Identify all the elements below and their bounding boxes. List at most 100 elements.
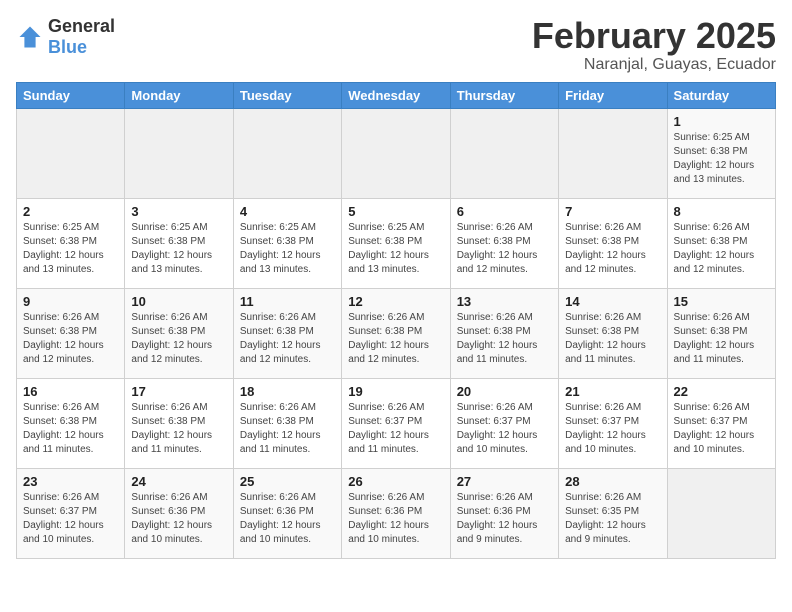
calendar-cell: 2 Sunrise: 6:25 AMSunset: 6:38 PMDaylight… [17, 198, 125, 288]
calendar-cell: 22 Sunrise: 6:26 AMSunset: 6:37 PMDayligh… [667, 378, 775, 468]
day-info: Sunrise: 6:26 AMSunset: 6:36 PMDaylight:… [131, 491, 226, 547]
day-number: 27 [457, 474, 552, 489]
day-number: 24 [131, 474, 226, 489]
weekday-header: Thursday [450, 82, 558, 108]
calendar-cell: 17 Sunrise: 6:26 AMSunset: 6:38 PMDayligh… [125, 378, 233, 468]
day-info: Sunrise: 6:25 AMSunset: 6:38 PMDaylight:… [23, 221, 118, 277]
weekday-header: Monday [125, 82, 233, 108]
calendar-week-row: 9Sunrise: 6:26 AMSunset: 6:38 PMDaylight… [17, 288, 776, 378]
day-info: Sunrise: 6:26 AMSunset: 6:38 PMDaylight:… [565, 311, 660, 367]
day-info: Sunrise: 6:26 AMSunset: 6:37 PMDaylight:… [23, 491, 118, 547]
day-info: Sunrise: 6:26 AMSunset: 6:38 PMDaylight:… [240, 401, 335, 457]
logo-icon [16, 23, 44, 51]
calendar-cell [17, 108, 125, 198]
calendar-cell [559, 108, 667, 198]
calendar-cell: 6Sunrise: 6:26 AMSunset: 6:38 PMDaylight… [450, 198, 558, 288]
day-number: 13 [457, 294, 552, 309]
calendar-week-row: 2 Sunrise: 6:25 AMSunset: 6:38 PMDaylight… [17, 198, 776, 288]
calendar-cell: 11 Sunrise: 6:26 AMSunset: 6:38 PMDayligh… [233, 288, 341, 378]
day-number: 1 [674, 114, 769, 129]
day-info: Sunrise: 6:26 AMSunset: 6:37 PMDaylight:… [565, 401, 660, 457]
calendar-cell: 26 Sunrise: 6:26 AMSunset: 6:36 PMDayligh… [342, 468, 450, 558]
day-info: Sunrise: 6:26 AMSunset: 6:38 PMDaylight:… [23, 401, 118, 457]
day-number: 4 [240, 204, 335, 219]
day-info: Sunrise: 6:25 AMSunset: 6:38 PMDaylight:… [240, 221, 335, 277]
day-number: 8 [674, 204, 769, 219]
day-info: Sunrise: 6:26 AMSunset: 6:38 PMDaylight:… [240, 311, 335, 367]
day-info: Sunrise: 6:26 AMSunset: 6:36 PMDaylight:… [348, 491, 443, 547]
day-number: 7 [565, 204, 660, 219]
calendar-cell [450, 108, 558, 198]
calendar-cell: 19 Sunrise: 6:26 AMSunset: 6:37 PMDayligh… [342, 378, 450, 468]
day-number: 15 [674, 294, 769, 309]
calendar-cell: 27 Sunrise: 6:26 AMSunset: 6:36 PMDayligh… [450, 468, 558, 558]
calendar-cell: 4 Sunrise: 6:25 AMSunset: 6:38 PMDaylight… [233, 198, 341, 288]
logo-text: General Blue [48, 16, 115, 58]
logo-general: General [48, 16, 115, 36]
calendar-cell: 20 Sunrise: 6:26 AMSunset: 6:37 PMDayligh… [450, 378, 558, 468]
day-info: Sunrise: 6:26 AMSunset: 6:37 PMDaylight:… [457, 401, 552, 457]
calendar-week-row: 1 Sunrise: 6:25 AMSunset: 6:38 PMDaylight… [17, 108, 776, 198]
weekday-header: Sunday [17, 82, 125, 108]
day-number: 5 [348, 204, 443, 219]
calendar-cell: 7Sunrise: 6:26 AMSunset: 6:38 PMDaylight… [559, 198, 667, 288]
calendar-cell: 8 Sunrise: 6:26 AMSunset: 6:38 PMDaylight… [667, 198, 775, 288]
day-info: Sunrise: 6:25 AMSunset: 6:38 PMDaylight:… [131, 221, 226, 277]
day-number: 2 [23, 204, 118, 219]
calendar-cell: 12 Sunrise: 6:26 AMSunset: 6:38 PMDayligh… [342, 288, 450, 378]
calendar-cell: 21 Sunrise: 6:26 AMSunset: 6:37 PMDayligh… [559, 378, 667, 468]
calendar-cell: 13Sunrise: 6:26 AMSunset: 6:38 PMDayligh… [450, 288, 558, 378]
day-number: 11 [240, 294, 335, 309]
day-number: 28 [565, 474, 660, 489]
calendar-cell: 28 Sunrise: 6:26 AMSunset: 6:35 PMDayligh… [559, 468, 667, 558]
calendar-table: SundayMondayTuesdayWednesdayThursdayFrid… [16, 82, 776, 559]
day-info: Sunrise: 6:25 AMSunset: 6:38 PMDaylight:… [674, 131, 769, 187]
day-info: Sunrise: 6:26 AMSunset: 6:37 PMDaylight:… [674, 401, 769, 457]
day-info: Sunrise: 6:26 AMSunset: 6:38 PMDaylight:… [348, 311, 443, 367]
day-info: Sunrise: 6:26 AMSunset: 6:35 PMDaylight:… [565, 491, 660, 547]
day-info: Sunrise: 6:26 AMSunset: 6:38 PMDaylight:… [131, 401, 226, 457]
calendar-cell: 16Sunrise: 6:26 AMSunset: 6:38 PMDayligh… [17, 378, 125, 468]
day-info: Sunrise: 6:26 AMSunset: 6:38 PMDaylight:… [131, 311, 226, 367]
page-header: General Blue February 2025 Naranjal, Gua… [16, 16, 776, 74]
calendar-cell: 24 Sunrise: 6:26 AMSunset: 6:36 PMDayligh… [125, 468, 233, 558]
weekday-header: Wednesday [342, 82, 450, 108]
calendar-cell: 23 Sunrise: 6:26 AMSunset: 6:37 PMDayligh… [17, 468, 125, 558]
calendar-cell: 15 Sunrise: 6:26 AMSunset: 6:38 PMDayligh… [667, 288, 775, 378]
day-number: 10 [131, 294, 226, 309]
day-info: Sunrise: 6:26 AMSunset: 6:36 PMDaylight:… [240, 491, 335, 547]
day-info: Sunrise: 6:26 AMSunset: 6:38 PMDaylight:… [674, 221, 769, 277]
day-number: 12 [348, 294, 443, 309]
day-number: 3 [131, 204, 226, 219]
calendar-cell [342, 108, 450, 198]
day-number: 25 [240, 474, 335, 489]
day-number: 20 [457, 384, 552, 399]
location-title: Naranjal, Guayas, Ecuador [532, 56, 776, 74]
day-number: 23 [23, 474, 118, 489]
day-info: Sunrise: 6:26 AMSunset: 6:36 PMDaylight:… [457, 491, 552, 547]
day-number: 22 [674, 384, 769, 399]
weekday-header: Saturday [667, 82, 775, 108]
title-area: February 2025 Naranjal, Guayas, Ecuador [532, 16, 776, 74]
logo-blue: Blue [48, 37, 87, 57]
calendar-cell: 1 Sunrise: 6:25 AMSunset: 6:38 PMDaylight… [667, 108, 775, 198]
calendar-cell [125, 108, 233, 198]
day-number: 21 [565, 384, 660, 399]
calendar-cell: 18Sunrise: 6:26 AMSunset: 6:38 PMDayligh… [233, 378, 341, 468]
day-info: Sunrise: 6:26 AMSunset: 6:37 PMDaylight:… [348, 401, 443, 457]
calendar-week-row: 16Sunrise: 6:26 AMSunset: 6:38 PMDayligh… [17, 378, 776, 468]
day-number: 6 [457, 204, 552, 219]
calendar-cell: 10 Sunrise: 6:26 AMSunset: 6:38 PMDayligh… [125, 288, 233, 378]
weekday-header: Tuesday [233, 82, 341, 108]
calendar-cell [233, 108, 341, 198]
day-number: 17 [131, 384, 226, 399]
day-number: 26 [348, 474, 443, 489]
day-info: Sunrise: 6:26 AMSunset: 6:38 PMDaylight:… [23, 311, 118, 367]
day-number: 19 [348, 384, 443, 399]
day-number: 14 [565, 294, 660, 309]
day-info: Sunrise: 6:26 AMSunset: 6:38 PMDaylight:… [674, 311, 769, 367]
calendar-cell [667, 468, 775, 558]
calendar-week-row: 23 Sunrise: 6:26 AMSunset: 6:37 PMDayligh… [17, 468, 776, 558]
calendar-cell: 14 Sunrise: 6:26 AMSunset: 6:38 PMDayligh… [559, 288, 667, 378]
calendar-cell: 25 Sunrise: 6:26 AMSunset: 6:36 PMDayligh… [233, 468, 341, 558]
